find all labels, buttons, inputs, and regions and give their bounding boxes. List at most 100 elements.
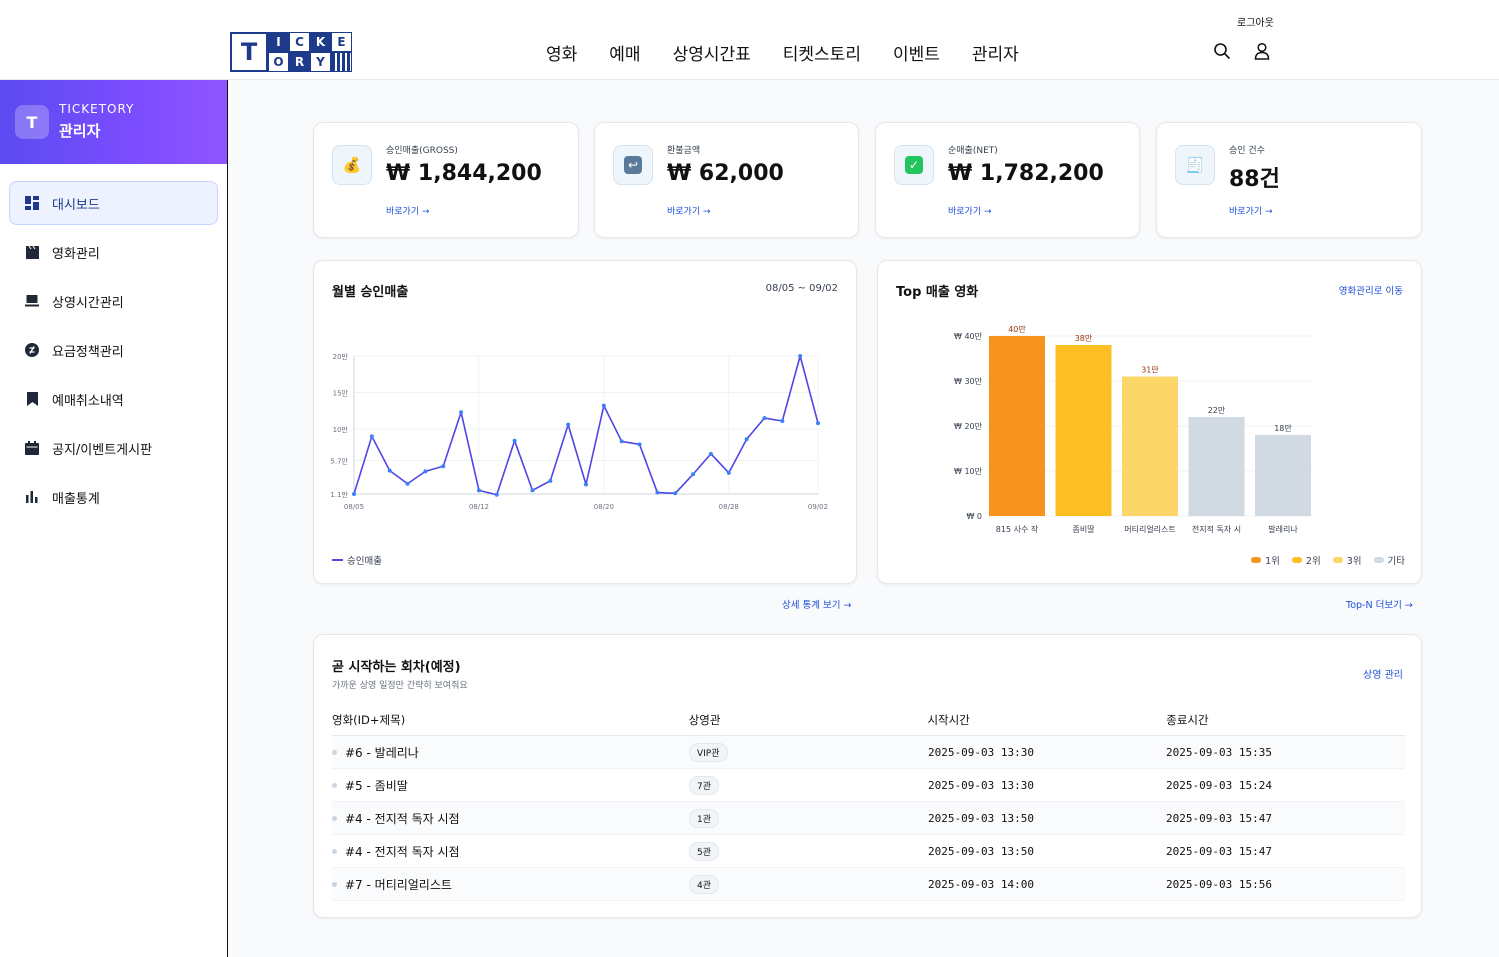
bar-chart-icon <box>25 490 39 504</box>
bar-value-label: 31만 <box>1141 366 1159 375</box>
table-row[interactable]: #6 - 발레리나 VIP관 2025-09-03 13:30 2025-09-… <box>332 736 1405 769</box>
logo-letter: C <box>289 32 310 52</box>
hall-cell: 1관 <box>689 808 928 828</box>
data-point <box>762 416 767 421</box>
start-time: 2025-09-03 13:30 <box>928 778 1034 792</box>
end-time: 2025-09-03 15:56 <box>1166 877 1272 891</box>
table-row[interactable]: #5 - 좀비딸 7관 2025-09-03 13:30 2025-09-03 … <box>332 769 1405 802</box>
nav-item-ticket-story[interactable]: 티켓스토리 <box>783 40 861 65</box>
sidebar-item-label: 상영시간관리 <box>52 295 124 311</box>
x-tick-label: 08/12 <box>469 503 489 511</box>
sidebar-badge: T <box>15 105 49 139</box>
y-tick-label: 5.7만 <box>330 456 348 465</box>
logout-link[interactable]: 로그아웃 <box>1237 14 1274 29</box>
screening-management-link[interactable]: 상영 관리 <box>1363 666 1403 681</box>
user-icon[interactable] <box>1253 42 1271 60</box>
upcoming-table: 영화(ID+제목) 상영관 시작시간 종료시간 #6 - 발레리나 VIP관 2… <box>332 705 1405 901</box>
upcoming-subtitle: 가까운 상영 일정만 간략히 보여줘요 <box>332 681 468 691</box>
sidebar-menu: 대시보드 영화관리 상영시간관리 요금정책관리 예매취소내역 공지/이벤트게시판… <box>0 164 227 519</box>
start-time: 2025-09-03 14:00 <box>928 877 1034 891</box>
y-tick-label: 20만 <box>333 352 349 361</box>
sidebar-item-notices[interactable]: 공지/이벤트게시판 <box>9 426 218 470</box>
bar <box>1055 345 1112 516</box>
bar-chart: ₩ 0 ₩ 10만 ₩ 20만 ₩ 30만 ₩ 40만 40만 815 사수 작 38만좀비딸… <box>954 325 1313 534</box>
search-icon[interactable] <box>1213 42 1231 60</box>
legend-item-2[interactable]: 2위 <box>1291 553 1321 567</box>
y-tick-label: ₩ 20만 <box>954 422 983 431</box>
sidebar-item-cancellations[interactable]: 예매취소내역 <box>9 377 218 421</box>
data-point <box>387 468 392 473</box>
movie-cell: #6 - 발레리나 <box>332 744 689 761</box>
table-row[interactable]: #4 - 전지적 독자 시점 1관 2025-09-03 13:50 2025-… <box>332 802 1405 835</box>
ticketory-logo[interactable]: T I C K E O R Y <box>230 32 354 72</box>
sidebar-item-showtimes[interactable]: 상영시간관리 <box>9 279 218 323</box>
bar-value-label: 40만 <box>1008 325 1026 334</box>
data-point <box>780 418 785 423</box>
row-dot <box>332 749 337 755</box>
date-range: 08/05 ~ 09/02 <box>765 283 838 294</box>
kpi-shortcut-link[interactable]: 바로가기 → <box>948 204 992 217</box>
column-header-movie: 영화(ID+제목) <box>332 713 406 727</box>
check-icon-glyph: ✓ <box>905 156 923 174</box>
bar-value-label: 38만 <box>1075 334 1093 343</box>
data-point <box>816 421 820 426</box>
sidebar-item-sales-stats[interactable]: 매출통계 <box>9 475 218 519</box>
bar-value-label: 18만 <box>1274 424 1292 433</box>
x-category-label: 815 사수 작 <box>996 524 1039 534</box>
legend-swatch <box>1291 557 1302 563</box>
movie-title: #6 - 발레리나 <box>345 745 419 760</box>
hall-cell: VIP관 <box>689 742 928 762</box>
kpi-shortcut-link[interactable]: 바로가기 → <box>1229 204 1273 217</box>
kpi-value: 88건 <box>1229 167 1280 192</box>
upcoming-screenings-card: 곧 시작하는 회차(예정) 가까운 상영 일정만 간략히 보여줘요 상영 관리 … <box>313 634 1422 918</box>
kpi-card-refund: ↩ 환불금액 ₩ 62,000 바로가기 → <box>594 122 859 238</box>
laptop-icon <box>25 294 39 308</box>
y-tick-label: ₩ 30만 <box>954 377 983 386</box>
end-time: 2025-09-03 15:47 <box>1166 811 1272 825</box>
kpi-shortcut-link[interactable]: 바로가기 → <box>667 204 711 217</box>
return-icon-glyph: ↩ <box>624 156 642 174</box>
clapper-icon <box>25 245 39 259</box>
logo-film-strip <box>331 52 352 72</box>
hall-badge: 4관 <box>689 874 720 894</box>
nav-item-booking[interactable]: 예매 <box>609 40 640 65</box>
legend-item-1[interactable]: 1위 <box>1251 553 1280 567</box>
kpi-shortcut-link[interactable]: 바로가기 → <box>386 204 430 217</box>
legend-item-3[interactable]: 3위 <box>1332 553 1362 567</box>
nav-item-schedule[interactable]: 상영시간표 <box>673 40 751 65</box>
movie-title: #5 - 좀비딸 <box>345 778 408 793</box>
kpi-label: 순매출(NET) <box>948 146 998 156</box>
data-point <box>566 422 571 427</box>
go-movie-management-link[interactable]: 영화관리로 이동 <box>1339 283 1403 297</box>
column-header-end: 종료시간 <box>1166 713 1209 727</box>
sidebar-brand: TICKETORY <box>59 102 135 116</box>
nav-item-movie[interactable]: 영화 <box>546 40 577 65</box>
nav-item-admin[interactable]: 관리자 <box>972 40 1019 65</box>
nav-item-event[interactable]: 이벤트 <box>893 40 940 65</box>
sidebar-title: 관리자 <box>59 122 101 140</box>
start-time: 2025-09-03 13:30 <box>928 745 1034 759</box>
sidebar-item-movies[interactable]: 영화관리 <box>9 230 218 274</box>
y-tick-label: 10만 <box>333 425 349 434</box>
data-point <box>405 481 410 486</box>
data-point <box>494 492 499 497</box>
x-tick-label: 08/05 <box>344 503 364 511</box>
end-time: 2025-09-03 15:24 <box>1166 778 1272 792</box>
legend-item-other[interactable]: 기타 <box>1373 553 1405 567</box>
top-movies-card: Top 매출 영화 영화관리로 이동 ₩ 0 ₩ 10만 ₩ 20만 ₩ 30만 ₩ 4… <box>877 260 1422 584</box>
top-n-more-link[interactable]: Top-N 더보기 → <box>1346 597 1413 611</box>
bar <box>1122 376 1178 516</box>
y-tick-label: 15만 <box>333 389 349 398</box>
hall-cell: 5관 <box>689 841 928 861</box>
detail-stats-link[interactable]: 상세 통계 보기 → <box>782 597 851 611</box>
kpi-label: 승인매출(GROSS) <box>386 146 458 156</box>
data-point <box>423 469 428 474</box>
legend-label: 2위 <box>1305 556 1321 567</box>
sidebar-item-dashboard[interactable]: 대시보드 <box>9 181 218 225</box>
data-point <box>548 478 553 483</box>
table-row[interactable]: #7 - 머티리얼리스트 4관 2025-09-03 14:00 2025-09… <box>332 868 1405 901</box>
hall-badge: 1관 <box>689 808 720 828</box>
line-legend[interactable]: 승인매출 <box>332 553 382 567</box>
sidebar-item-pricing[interactable]: 요금정책관리 <box>9 328 218 372</box>
table-row[interactable]: #4 - 전지적 독자 시점 5관 2025-09-03 13:50 2025-… <box>332 835 1405 868</box>
